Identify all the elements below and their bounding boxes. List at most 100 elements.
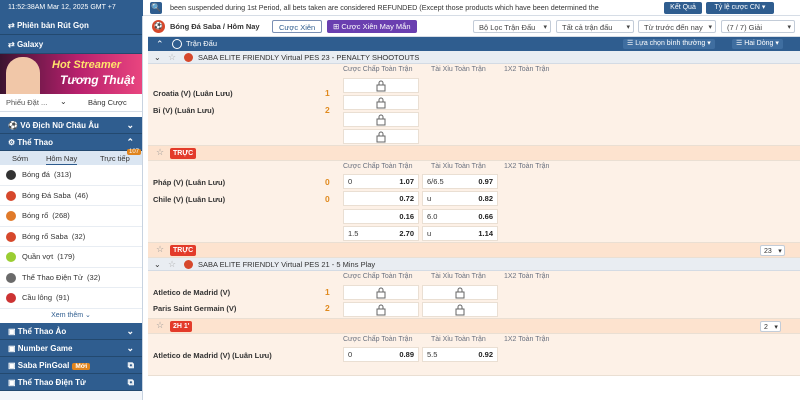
match-filter-dropdown[interactable]: Bộ Lọc Trận Đấu — [473, 20, 551, 34]
over-under-odds-cell[interactable]: u 1.14 — [422, 226, 498, 241]
parlay-button[interactable]: Cược Xiên — [272, 20, 323, 33]
lucky-parlay-label: Cược Xiên May Mắn — [341, 22, 411, 31]
sports-section[interactable]: ⚙ Thể Thao ⌃ — [0, 134, 142, 151]
away-team: Paris Saint Germain (V) — [153, 304, 237, 313]
bet-slip-select[interactable]: Phiếu Đặt ... — [6, 98, 47, 107]
star-icon[interactable]: ☆ — [168, 258, 176, 271]
handicap-odds: 0.89 — [399, 350, 414, 359]
hot-streamer-banner[interactable]: Hot Streamer Tương Thuật — [0, 54, 142, 94]
over-under-odds-cell[interactable]: 5.5 0.92 — [422, 347, 498, 362]
locked-odds-cell — [343, 112, 419, 127]
handicap-odds: 1.07 — [399, 177, 414, 186]
compact-version-label: Phiên bản Rút Gọn — [16, 21, 89, 30]
sport-icon — [6, 252, 16, 262]
announcement-ticker: been suspended during 1st Period, all be… — [170, 3, 599, 12]
handicap-odds-cell[interactable]: 1.5 2.70 — [343, 226, 419, 241]
over-under-odds-cell[interactable]: 6/6.5 0.97 — [422, 174, 498, 189]
esports-section[interactable]: ▣ Thể Thao Điện Tử ⧉ — [0, 373, 142, 391]
star-icon[interactable]: ☆ — [156, 147, 164, 158]
external-link-icon: ⧉ — [127, 376, 134, 387]
sidebar-item-sport[interactable]: Thể Thao Điện Tử (32) — [0, 267, 142, 288]
odds-type-label: Tỷ lệ cược CN — [714, 4, 760, 11]
star-icon[interactable]: ☆ — [168, 51, 176, 64]
sidebar-item-sport[interactable]: Bóng rổ Saba (32) — [0, 226, 142, 247]
over-under-odds-cell[interactable]: 6.0 0.66 — [422, 209, 498, 224]
euro-women-section[interactable]: ⚽ Vô Địch Nữ Châu Âu ⌄ — [0, 117, 142, 134]
handicap-odds-cell[interactable]: 0 0.89 — [343, 347, 419, 362]
league-select-dropdown[interactable]: (7 / 7) Giải — [721, 20, 795, 34]
esports-label: Thể Thao Điện Tử — [17, 377, 86, 387]
search-icon[interactable]: 🔍 — [150, 2, 162, 14]
locked-odds-cell — [343, 285, 419, 300]
home-score: 1 — [325, 287, 330, 297]
match-row: Croatia (V) (Luân Lưu) Bỉ (V) (Luân Lưu)… — [148, 76, 800, 146]
lock-icon — [376, 131, 386, 143]
saba-pingoal-section[interactable]: ▣ Saba PinGoal Mới ⧉ — [0, 356, 142, 374]
handicap-odds: 2.70 — [399, 229, 414, 238]
chevron-up-icon[interactable]: ⌃ — [156, 37, 164, 51]
more-bets-dropdown[interactable]: 23 — [760, 245, 785, 257]
more-bets-dropdown[interactable]: 2 — [760, 321, 781, 333]
number-game-section[interactable]: ▣ Number Game ⌄ — [0, 339, 142, 357]
handicap-odds-cell[interactable]: 0 1.07 — [343, 174, 419, 189]
sidebar-item-sport[interactable]: Cầu lông (91) — [0, 288, 142, 309]
league-header[interactable]: ⌄ ☆ SABA ELITE FRIENDLY Virtual PES 23 -… — [148, 51, 800, 64]
live-status-row: ☆ TRỰC 23 — [148, 243, 800, 258]
virtual-sports-section[interactable]: ▣ Thể Thao Ảo ⌄ — [0, 322, 142, 340]
handicap-line: 0 — [348, 350, 353, 359]
1x2-column-header: 1X2 Toàn Trận — [504, 66, 550, 73]
see-more-button[interactable]: Xem thêm ⌄ — [0, 308, 142, 323]
league-header[interactable]: ⌄ ☆ SABA ELITE FRIENDLY Virtual PES 21 -… — [148, 258, 800, 271]
star-icon[interactable]: ☆ — [156, 244, 164, 255]
tab-early[interactable]: Sớm — [12, 154, 28, 163]
chevron-down-icon: ⌄ — [126, 120, 134, 130]
locked-odds-cell — [343, 78, 419, 93]
handicap-column-header: Cược Chấp Toàn Trận — [343, 273, 413, 280]
sport-count: (313) — [53, 170, 72, 179]
live-status-row: ☆ TRỰC — [148, 146, 800, 161]
locked-odds-cell — [343, 95, 419, 110]
results-button[interactable]: Kết Quả — [664, 2, 702, 14]
home-score: 1 — [325, 88, 330, 98]
sport-count: (32) — [87, 272, 101, 282]
lock-icon — [376, 287, 386, 299]
sport-icon — [6, 231, 16, 242]
handicap-odds-cell[interactable]: 0.16 — [343, 209, 419, 224]
star-icon[interactable]: ☆ — [156, 320, 164, 331]
league-name: SABA ELITE FRIENDLY Virtual PES 23 - PEN… — [198, 53, 420, 62]
over-under-odds-cell[interactable]: u 0.82 — [422, 191, 498, 206]
lock-icon — [376, 97, 386, 109]
all-matches-dropdown[interactable]: Tất cả trận đấu — [556, 20, 634, 34]
sidebar-item-sport[interactable]: Quần vợt (179) — [0, 247, 142, 268]
bet-table-tab[interactable]: Bảng Cược — [88, 98, 127, 107]
over-under-odds: 0.92 — [478, 350, 493, 359]
compact-version-button[interactable]: ⇄ Phiên bản Rút Gọn — [0, 16, 142, 35]
two-lines-dropdown[interactable]: ☰ Hai Dòng ▾ — [732, 39, 783, 49]
sport-count: (32) — [71, 231, 86, 241]
1x2-column-header: 1X2 Toàn Trận — [504, 336, 550, 343]
handicap-odds: 0.16 — [399, 212, 414, 221]
tab-live[interactable]: Trực tiếp — [100, 154, 130, 163]
bet-slip-row: Phiếu Đặt ... ⌄ Bảng Cược — [0, 94, 142, 112]
lucky-parlay-button[interactable]: ⊞ Cược Xiên May Mắn — [327, 20, 417, 33]
handicap-line: 1.5 — [348, 229, 359, 238]
league-icon — [184, 53, 193, 62]
over-under-line: 6/6.5 — [427, 177, 444, 186]
away-team: Chile (V) (Luân Lưu) — [153, 195, 226, 204]
chevron-down-icon[interactable]: ⌄ — [60, 97, 67, 106]
handicap-odds-cell[interactable]: 0.72 — [343, 191, 419, 206]
odds-type-dropdown[interactable]: Tỷ lệ cược CN ▾ — [706, 2, 774, 14]
sidebar-item-sport[interactable]: Bóng Đá Saba (46) — [0, 185, 142, 206]
normal-selection-dropdown[interactable]: ☰ Lựa chọn bình thường ▾ — [623, 39, 715, 49]
chevron-down-icon: ⌄ — [126, 325, 134, 336]
sidebar-item-sport[interactable]: Bóng đá (313) — [0, 165, 142, 186]
galaxy-button[interactable]: ⇄ Galaxy — [0, 35, 142, 54]
two-lines-label: Hai Dòng — [744, 40, 774, 47]
external-link-icon: ⧉ — [127, 359, 134, 370]
sidebar-item-sport[interactable]: Bóng rổ (268) — [0, 206, 142, 227]
locked-odds-cell — [422, 302, 498, 317]
streamer-image — [6, 57, 40, 94]
sport-label: Thể Thao Điện Tử — [22, 272, 84, 282]
time-range-dropdown[interactable]: Từ trước đến nay — [638, 20, 716, 34]
live-count-badge: 107 — [127, 149, 142, 155]
